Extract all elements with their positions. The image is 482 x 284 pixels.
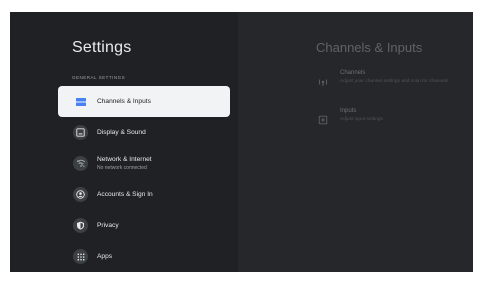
wifi-off-icon <box>73 156 88 171</box>
menu-item-label: Privacy <box>97 222 119 229</box>
section-label: General Settings <box>72 75 126 80</box>
detail-item-name: Inputs <box>340 108 357 114</box>
account-icon <box>73 187 88 202</box>
menu-item-label: Network & Internet <box>97 156 152 163</box>
antenna-icon <box>318 74 328 86</box>
detail-item-channels[interactable]: Channels Adjust your channel settings an… <box>318 70 458 94</box>
menu-item-apps[interactable]: Apps <box>58 241 230 272</box>
menu-item-privacy[interactable]: Privacy <box>58 210 230 241</box>
menu-item-label: Channels & Inputs <box>97 98 151 105</box>
menu-item-label: Accounts & Sign In <box>97 191 153 198</box>
menu-item-label: Apps <box>97 253 113 260</box>
detail-title: Channels & Inputs <box>316 40 423 55</box>
detail-item-inputs[interactable]: Inputs Adjust input settings <box>318 108 458 128</box>
menu-item-label: Display & Sound <box>97 129 146 136</box>
detail-panel: Channels & Inputs Channels Adjust your c… <box>238 12 473 272</box>
menu-item-display-sound[interactable]: Display & Sound <box>58 117 230 148</box>
settings-menu: Channels & Inputs Display & Sound Networ… <box>58 86 230 272</box>
menu-item-channels-inputs[interactable]: Channels & Inputs <box>58 86 230 117</box>
apps-grid-icon <box>73 249 88 264</box>
channels-inputs-icon <box>73 94 88 109</box>
shield-icon <box>73 218 88 233</box>
menu-item-accounts-sign-in[interactable]: Accounts & Sign In <box>58 179 230 210</box>
input-icon <box>318 112 328 125</box>
tv-screen: Settings General Settings Channels & Inp… <box>10 12 473 272</box>
page-title: Settings <box>72 39 132 56</box>
detail-item-name: Channels <box>340 70 366 76</box>
detail-item-desc: Adjust input settings <box>340 117 383 122</box>
menu-item-sublabel: No network connected <box>97 165 147 171</box>
detail-item-desc: Adjust your channel settings and scan fo… <box>340 79 449 84</box>
menu-item-network-internet[interactable]: Network & Internet No network connected <box>58 148 230 179</box>
display-icon <box>73 125 88 140</box>
settings-panel: Settings General Settings Channels & Inp… <box>10 12 238 272</box>
